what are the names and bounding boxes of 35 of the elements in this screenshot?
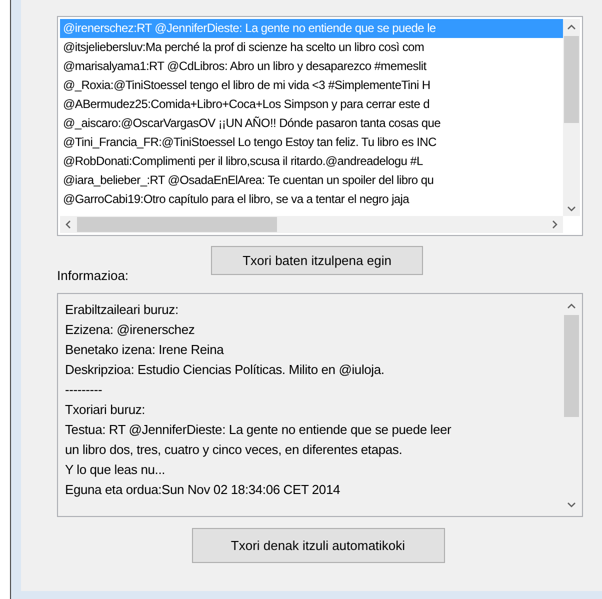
horizontal-scrollbar[interactable] [60,216,563,233]
tweet-list-item[interactable]: @_aiscaro:@OscarVargasOV ¡¡UN AÑO!! Dónde pasaron tanta cosas que [60,114,563,133]
info-text-line: Deskripzioa: Estudio Ciencias Políticas. Milito en @iuloja. [65,361,386,379]
info-text-area[interactable] [57,293,583,517]
scroll-right-icon[interactable] [552,220,558,229]
info-text-line: Txoriari buruz: [65,401,146,419]
tweet-list-item[interactable]: @GarroCabi19:Otro capítulo para el libro, se va a tentar el negro jaja [60,190,563,209]
info-text-line: Erabiltzaileari buruz: [65,301,180,319]
info-text-line: Ezizena: @irenerschez [65,321,196,339]
scroll-up-icon[interactable] [567,303,576,309]
tweet-list-item[interactable]: @ABermudez25:Comida+Libro+Coca+Los Simpson y para cerrar este d [60,95,563,114]
tweet-list-item[interactable]: @Tini_Francia_FR:@TiniStoessel Lo tengo Estoy tan feliz. Tu libro es INC [60,133,563,152]
info-text-line: un libro dos, tres, cuatro y cinco veces, en diferentes etapas. [65,441,404,459]
vertical-scrollbar[interactable] [563,19,580,216]
info-label: Informazioa: [57,267,129,285]
info-text-line: Eguna eta ordua:Sun Nov 02 18:34:06 CET 2014 [65,481,342,499]
scroll-down-icon[interactable] [567,502,576,508]
info-text-line: Testua: RT @JenniferDieste: La gente no entiende que se puede leer [65,421,452,439]
scroll-left-icon[interactable] [65,220,71,229]
scroll-down-icon[interactable] [567,206,576,212]
tweet-list-item[interactable]: @marisalyama1:RT @CdLibros: Abro un libro y desaparezco #memeslit [60,57,563,76]
info-text-line: Y lo que leas nu... [65,461,166,479]
auto-translate-button[interactable]: Txori denak itzuli automatikoki [192,528,444,563]
tweet-list-item[interactable]: @_Roxia:@TiniStoessel tengo el libro de mi vida <3 #SimplementeTini H [60,76,563,95]
tweet-list[interactable] [57,16,583,236]
tweet-list-item[interactable]: @iara_belieber_:RT @OsadaEnElArea: Te cuentan un spoiler del libro qu [60,171,563,190]
scrollbar-thumb[interactable] [564,36,579,123]
tweet-list-item[interactable]: @itsjeliebersluv:Ma perché la prof di scienze ha scelto un libro così com [60,38,563,57]
scrollbar-thumb[interactable] [564,315,579,417]
scrollbar-thumb[interactable] [77,217,277,232]
info-text-line: --------- [65,381,104,399]
info-text-line: Benetako izena: Irene Reina [65,341,225,359]
scroll-up-icon[interactable] [567,24,576,30]
translate-button[interactable]: Txori baten itzulpena egin [211,246,423,275]
tweet-list-item[interactable]: @RobDonati:Complimenti per il libro,scusa il ritardo.@andreadelogu #L [60,152,563,171]
